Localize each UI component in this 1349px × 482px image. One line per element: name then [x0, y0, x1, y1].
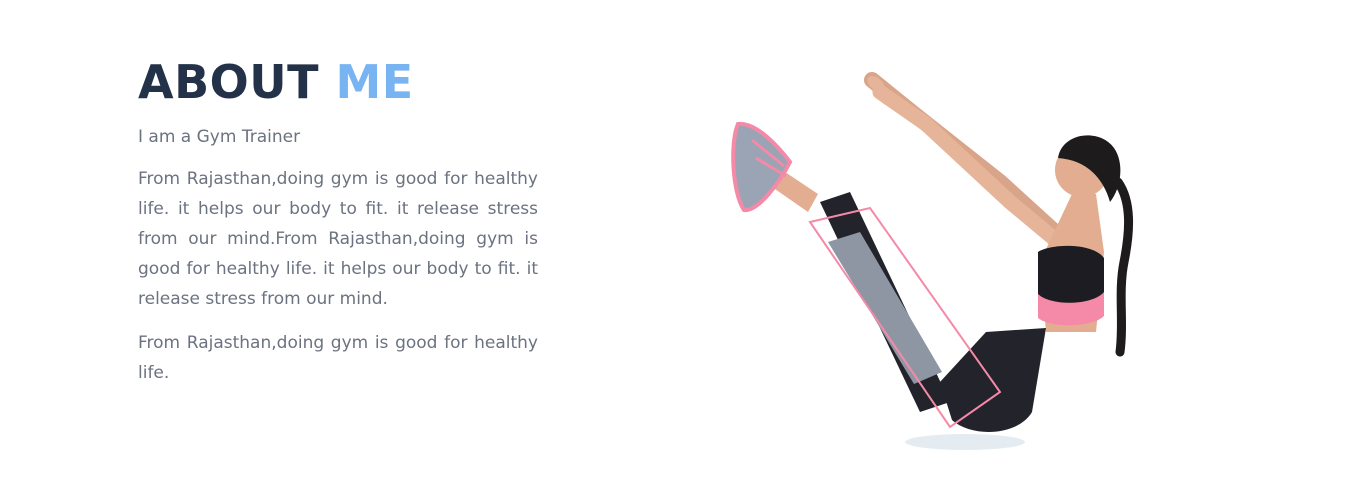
heading-accent: ME: [335, 55, 414, 109]
about-paragraph-1: From Rajasthan,doing gym is good for hea…: [138, 169, 538, 309]
about-text-column: ABOUT ME I am a Gym Trainer From Rajasth…: [138, 52, 538, 388]
about-section: ABOUT ME I am a Gym Trainer From Rajasth…: [0, 0, 1349, 482]
heading-main: ABOUT: [138, 55, 319, 109]
about-heading: ABOUT ME: [138, 52, 538, 112]
trainer-illustration: [731, 72, 1134, 450]
trainer-photo: [700, 62, 1150, 457]
about-subtitle: I am a Gym Trainer: [138, 127, 301, 147]
about-paragraph-2: From Rajasthan,doing gym is good for hea…: [138, 333, 538, 383]
